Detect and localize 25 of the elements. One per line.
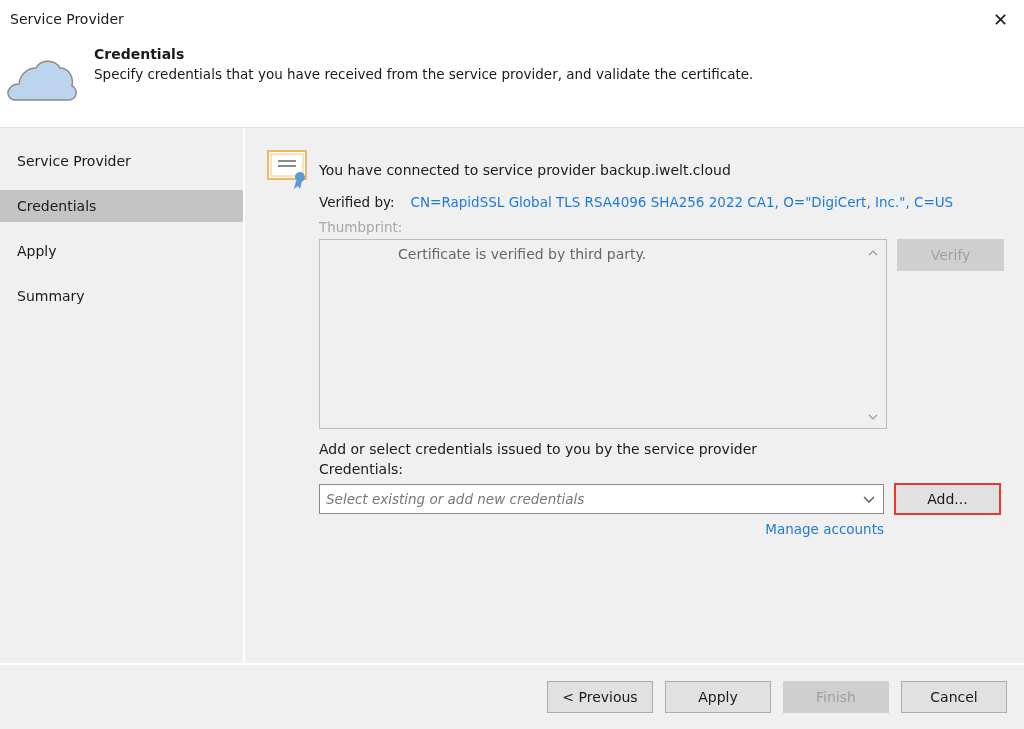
page-description: Specify credentials that you have received from the service provider, and validate the certificate. — [94, 66, 754, 82]
certificate-issuer-link[interactable]: CN=RapidSSL Global TLS RSA4096 SHA256 2022 CA1, O="DigiCert, Inc.", C=US — [410, 194, 954, 210]
sidebar-item[interactable]: Apply — [0, 235, 243, 267]
sidebar-item[interactable]: Service Provider — [0, 145, 243, 177]
close-button[interactable]: ✕ — [986, 8, 1014, 30]
scroll-up-icon[interactable] — [868, 250, 878, 256]
thumbprint-textarea[interactable]: Certificate is verified by third party. — [319, 239, 887, 429]
window-title: Service Provider — [10, 11, 124, 27]
thumbprint-text: Certificate is verified by third party. — [398, 246, 647, 262]
footer-button[interactable]: < Previous — [547, 681, 653, 713]
credentials-label: Credentials: — [319, 461, 405, 477]
footer-button[interactable]: Apply — [665, 681, 771, 713]
connection-message: You have connected to service provider backup.iwelt.cloud — [319, 162, 731, 178]
verified-by-label: Verified by: — [319, 194, 395, 210]
add-button[interactable]: Add... — [894, 483, 1001, 515]
credentials-hint: Add or select credentials issued to you by the service provider — [319, 441, 759, 457]
footer-button[interactable]: Cancel — [901, 681, 1007, 713]
scroll-down-icon[interactable] — [868, 414, 878, 420]
manage-accounts-link[interactable]: Manage accounts — [765, 521, 884, 537]
sidebar-item[interactable]: Credentials — [0, 190, 243, 222]
credentials-dropdown[interactable]: Select existing or add new credentials — [319, 484, 884, 514]
thumbprint-label: Thumbprint: — [319, 219, 404, 235]
chevron-down-icon — [863, 496, 875, 503]
page-title: Credentials — [94, 46, 186, 62]
sidebar-item[interactable]: Summary — [0, 280, 243, 312]
